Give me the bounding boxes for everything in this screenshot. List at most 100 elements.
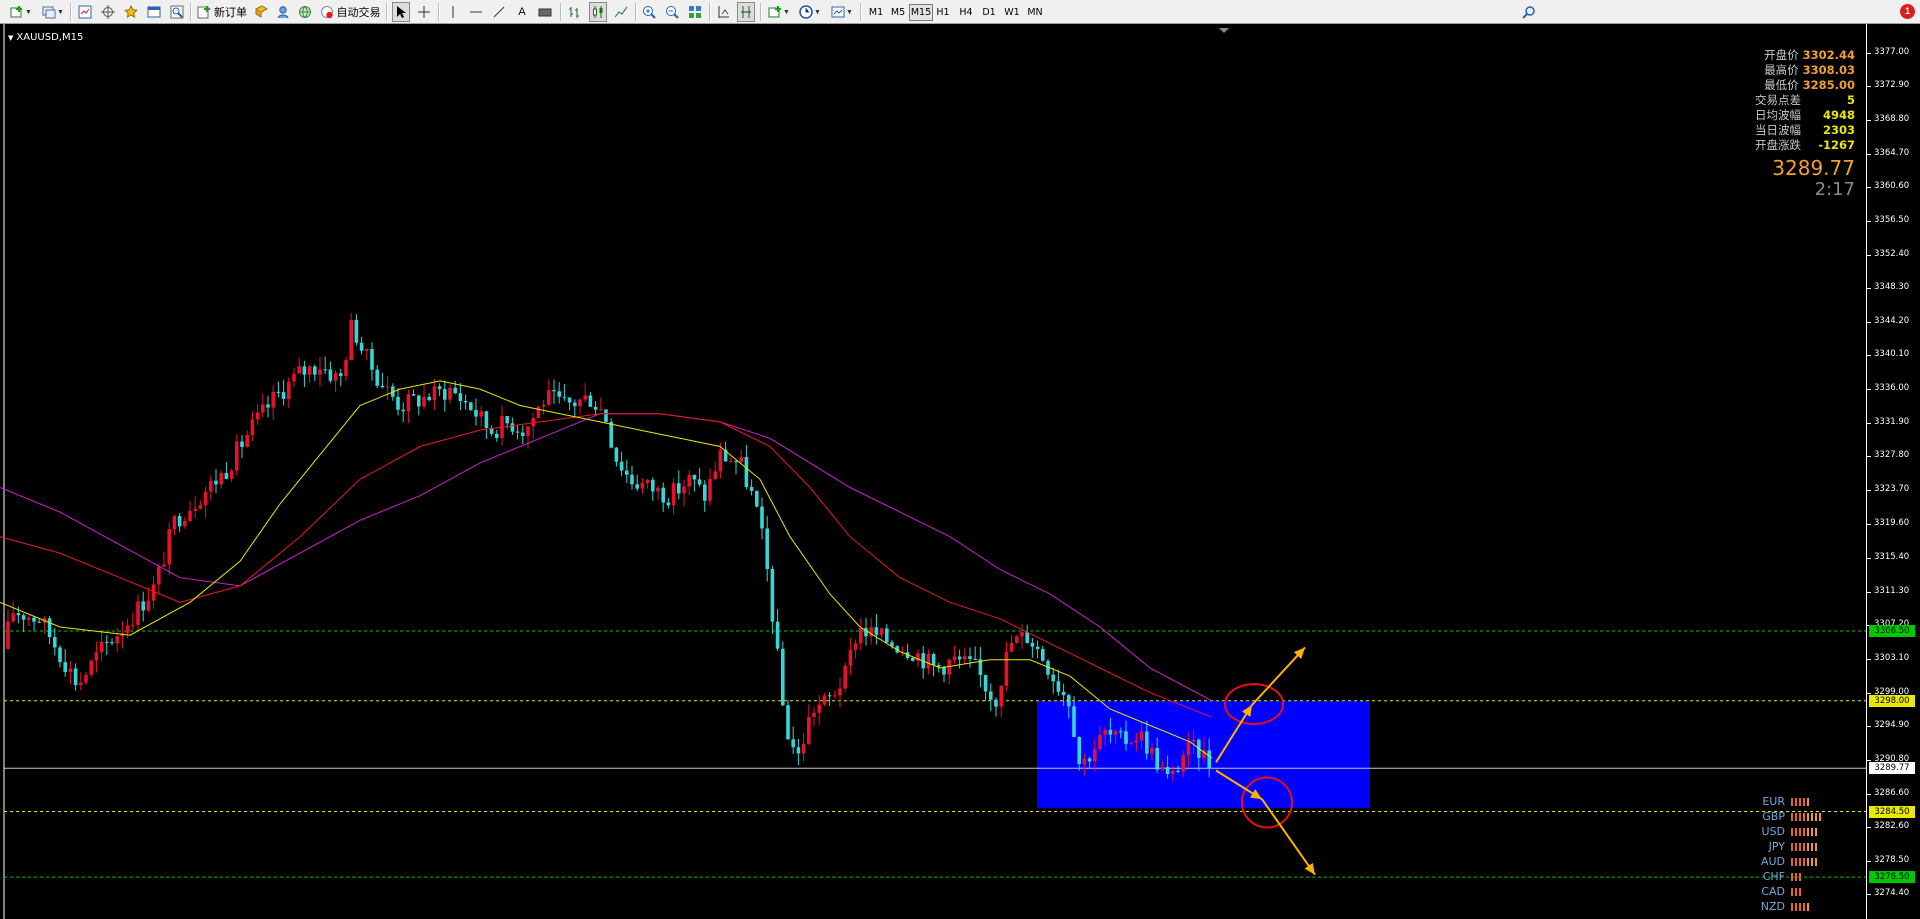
templates-button[interactable]: ▼ [828, 2, 856, 22]
bull-candle [432, 386, 437, 401]
timeframe-mn-button[interactable]: MN [1024, 4, 1046, 21]
bear-candle [453, 387, 457, 394]
horizontal-line-icon [470, 11, 482, 13]
bull-candle [848, 649, 853, 666]
bull-candle [479, 411, 483, 417]
bear-candle [744, 457, 749, 487]
dropdown-arrow-icon: ▼ [814, 8, 821, 16]
bull-candle [807, 716, 811, 744]
bull-candle [84, 674, 88, 683]
bear-candle [53, 637, 57, 648]
timeframe-m5-button[interactable]: M5 [887, 4, 909, 21]
timeframe-m15-button[interactable]: M15 [909, 4, 933, 21]
tick-label: 3352.40 [1874, 248, 1910, 259]
candlestick-chart-button[interactable] [589, 2, 607, 22]
strength-bar [1803, 797, 1805, 806]
bull-candle [541, 404, 546, 407]
timeframe-h1-button[interactable]: H1 [932, 4, 954, 21]
bear-candle [354, 319, 359, 343]
moving-average-slow [0, 413, 1213, 702]
collapse-triangle-icon[interactable]: ▼ [8, 34, 13, 42]
new-chart-button[interactable]: ▼ [6, 2, 36, 22]
currency-row: USD [1745, 824, 1855, 839]
vertical-line-button[interactable] [444, 2, 462, 22]
strength-bar [1799, 797, 1801, 806]
signals-button[interactable] [274, 2, 292, 22]
terminal-button[interactable] [145, 2, 163, 22]
bull-candle [131, 624, 135, 626]
price-level-tag: 3276.50 [1869, 871, 1915, 884]
bear-candle [240, 441, 244, 447]
tick-mark [1867, 827, 1871, 829]
crosshair-tool-button[interactable] [415, 2, 433, 22]
zoom-out-button[interactable] [663, 2, 681, 22]
toolbar-separator [860, 3, 862, 21]
notification-badge[interactable]: 1 [1900, 4, 1915, 19]
strength-bar [1815, 842, 1817, 851]
bear-candle [417, 395, 421, 407]
timeframe-m1-button[interactable]: M1 [865, 4, 887, 21]
auto-scroll-button[interactable] [714, 2, 732, 22]
data-window-button[interactable] [99, 2, 117, 22]
dropdown-arrow-icon: ▼ [57, 8, 64, 16]
scenario-arrow-head [1304, 862, 1315, 875]
horizontal-line-button[interactable] [467, 2, 485, 22]
currency-name: CAD [1761, 885, 1785, 898]
timeframe-w1-button[interactable]: W1 [1001, 4, 1023, 21]
bull-candle [157, 566, 161, 585]
strength-bars [1791, 827, 1817, 836]
bear-candle [266, 404, 270, 408]
strength-bar [1811, 827, 1813, 836]
market-button[interactable] [296, 2, 314, 22]
zoom-in-button[interactable] [640, 2, 658, 22]
bull-candle [6, 621, 10, 649]
auto-trading-button[interactable]: 自动交易 [318, 2, 382, 22]
market-watch-button[interactable] [76, 2, 94, 22]
indicators-button[interactable]: ▼ [765, 2, 793, 22]
chart-window[interactable]: ▼ XAUUSD,M15 开盘价 3302.44 最高价 3308.03 最低价 3285.… [0, 24, 1920, 919]
chart-shift-button[interactable] [737, 2, 755, 22]
timeframe-h4-button[interactable]: H4 [955, 4, 977, 21]
text-tool-button[interactable]: A [513, 2, 531, 22]
strategy-tester-button[interactable] [168, 2, 186, 22]
info-row: 开盘涨跌 -1267 [1700, 138, 1855, 153]
bear-candle [635, 484, 639, 489]
bear-candle [1056, 681, 1061, 692]
periods-button[interactable]: ▼ [796, 2, 824, 22]
price-axis[interactable]: 3377.00 3372.90 3368.80 3364.70 3360.60 3356.… [1866, 24, 1920, 919]
trendline-button[interactable] [490, 2, 508, 22]
search-button[interactable] [1520, 2, 1538, 22]
cursor-tool-button[interactable] [392, 2, 410, 22]
price-chart[interactable] [0, 24, 1866, 919]
bear-candle [177, 516, 182, 527]
strength-bar [1799, 812, 1801, 821]
profiles-button[interactable]: ▼ [38, 2, 68, 22]
bar-chart-button[interactable] [566, 2, 584, 22]
strength-bars [1791, 797, 1809, 806]
metaeditor-button[interactable] [252, 2, 270, 22]
new-order-button[interactable]: 新订单 [196, 2, 248, 22]
bull-candle [385, 386, 390, 388]
line-chart-button[interactable] [612, 2, 630, 22]
bear-candle [1072, 706, 1076, 737]
tile-windows-button[interactable] [686, 2, 704, 22]
timeframe-d1-button[interactable]: D1 [978, 4, 1000, 21]
bear-candle [1087, 758, 1092, 762]
bear-candle [1051, 674, 1055, 682]
tick-mark [1867, 288, 1871, 290]
bear-candle [885, 628, 889, 643]
tick-mark [1867, 860, 1871, 862]
strength-bar [1799, 872, 1801, 881]
bull-candle [162, 564, 166, 567]
bull-candle [89, 660, 93, 675]
navigator-button[interactable] [122, 2, 140, 22]
tick-mark [1867, 558, 1871, 560]
bull-candle [718, 449, 723, 472]
bear-candle [557, 391, 561, 397]
zoom-out-icon [666, 6, 679, 19]
strength-bar [1795, 872, 1797, 881]
candlestick-icon [593, 6, 603, 18]
tick-label: 3286.60 [1874, 788, 1910, 799]
bear-candle [630, 474, 634, 485]
text-label-button[interactable] [536, 2, 554, 22]
